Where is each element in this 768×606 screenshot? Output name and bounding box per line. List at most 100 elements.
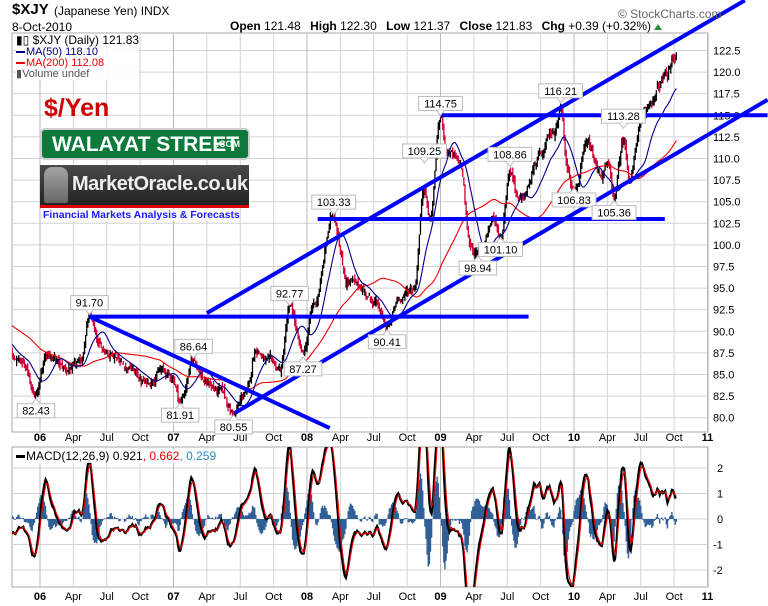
x-tick-label: 07 [167,591,179,603]
macd-histogram-bar [329,515,332,519]
chg-value: +0.39 (+0.32%) [568,19,651,33]
x-tick-label: Oct [265,432,282,444]
macd-histogram-bar [519,519,522,525]
x-tick-label: 06 [34,432,46,444]
x-tick-label: Oct [399,432,416,444]
macd-y-tick-label: 0 [717,514,723,526]
price-chart: 80.082.585.087.590.092.595.097.5100.0102… [11,0,768,603]
x-tick-label: Apr [65,591,82,603]
macd-histogram-bar [213,519,216,520]
symbol-name: (Japanese Yen) INDX [54,4,170,18]
macd-histogram-bar [302,519,305,522]
annotation-label: 87.27 [289,364,317,376]
macd-histogram-bar [45,514,48,519]
macd-histogram-bar [523,519,525,520]
x-tick-label: Apr [332,591,349,603]
legend-price: $XJY (Daily) 121.83 [32,33,140,47]
high-label: High [310,19,337,33]
market-oracle-logo[interactable]: MarketOracle.co.uk [40,165,249,208]
macd-histogram-bar [229,519,231,524]
legend-volume: Volume undef [22,68,90,80]
macd-histogram-bar [215,516,217,519]
ma50-swatch-icon [16,51,25,54]
macd-histogram-bar [14,519,17,520]
macd-histogram-bar [543,519,545,524]
annotation-label: 80.55 [220,422,248,434]
macd-histogram-bar [12,517,14,519]
macd-histogram-bar [403,519,405,520]
y-tick-label: 80.0 [713,413,734,425]
macd-histogram-bar [430,519,433,538]
y-tick-label: 87.5 [713,348,734,360]
macd-histogram-bar [654,519,656,521]
macd-histogram-bar [509,516,512,519]
macd-histogram-bar [661,517,663,519]
macd-legend: MACD(12,26,9) 0.921, 0.662, 0.259 [16,449,217,463]
macd-histogram-bar [548,515,551,519]
macd-histogram-bar [103,518,106,519]
annotation-label: 103.33 [317,197,351,209]
walayat-street-logo[interactable]: WALAYAT STREET .COM [40,128,250,160]
x-tick-label: Apr [198,591,215,603]
macd-histogram-bar [672,515,674,519]
macd-histogram-bar [133,519,136,520]
macd-histogram-bar [631,519,633,520]
y-tick-label: 90.0 [713,326,734,338]
macd-histogram-bar [356,515,358,519]
x-tick-label: Jul [367,432,381,444]
x-tick-label: Apr [332,432,349,444]
macd-histogram-bar [89,513,91,519]
oracle-text: MarketOracle.co.uk [72,173,248,195]
x-tick-label: Apr [65,432,82,444]
x-tick-label: 08 [301,432,313,444]
annotation-label: 109.25 [408,146,442,158]
macd-histogram-bar [255,514,257,519]
annotation-label: 92.77 [276,288,304,300]
macd-histogram-bar [191,514,194,519]
macd-histogram-bar [289,512,292,519]
ohlc-bar-icon: ▮▯ [16,33,30,47]
annotation-label: 105.36 [597,208,631,220]
macd-signal-value: , 0.662 [142,449,180,463]
x-tick-label: Jul [367,591,381,603]
macd-y-tick-label: -1 [713,540,723,552]
open-label: Open [230,19,261,33]
macd-histogram-bar [641,513,643,519]
macd-histogram-bar [131,515,134,519]
macd-histogram-bar [345,519,347,529]
chart-date: 8-Oct-2010 [12,20,73,34]
annotation-label: 108.86 [493,149,527,161]
macd-histogram-bar [521,518,523,519]
macd-y-tick-label: 2 [717,463,723,475]
macd-swatch-icon [16,455,25,459]
x-tick-label: 06 [34,591,46,603]
macd-histogram-bar [675,519,678,522]
macd-histogram-bar [423,507,425,519]
quote-bar: Open 121.48 High 122.30 Low 121.37 Close… [224,19,662,33]
macd-histogram-bar [601,519,603,522]
macd-histogram-bar [414,519,416,522]
x-tick-label: Jul [100,591,114,603]
y-tick-label: 92.5 [713,305,734,317]
x-tick-label: Oct [265,591,282,603]
macd-histogram-bar [538,515,541,519]
macd-histogram-bar [398,518,401,519]
x-tick-label: Jul [233,591,247,603]
macd-histogram-bar [22,517,25,519]
macd-y-tick-label: -2 [713,565,723,577]
ma200-swatch-icon [16,62,25,65]
macd-histogram-bar [360,519,363,522]
oracle-tagline: Financial Markets Analysis & Forecasts [43,209,240,221]
macd-histogram-bar [662,519,664,521]
x-tick-label: Oct [532,591,549,603]
x-tick-label: Oct [532,432,549,444]
macd-histogram-bar [369,517,372,519]
annotation-label: 90.41 [373,337,401,349]
sign-suffix: .COM [216,139,241,149]
macd-histogram-bar [586,517,589,519]
macd-histogram-bar [667,519,670,521]
macd-histogram-bar [147,516,149,519]
sign-text: WALAYAT STREET [52,133,240,156]
annotation-label: 91.70 [76,298,104,310]
y-tick-label: 102.5 [713,218,741,230]
